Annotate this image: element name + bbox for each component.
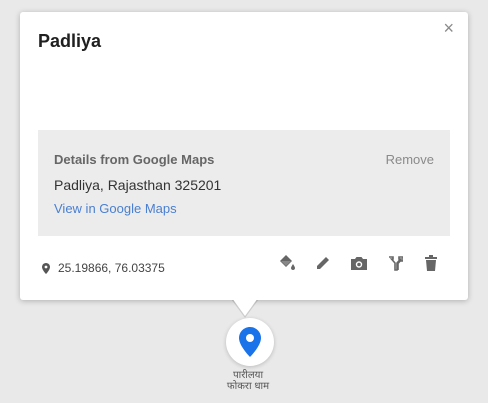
directions-icon[interactable] [384,252,406,274]
details-heading: Details from Google Maps [54,152,215,167]
google-maps-details-panel: Details from Google Maps Remove Padliya,… [38,130,450,236]
coordinates-row: 25.19866, 76.03375 [42,261,165,275]
place-title[interactable]: Padliya [38,31,101,52]
map-place-label[interactable]: पारीलया फोकरा धाम [210,370,286,392]
pencil-icon[interactable] [312,252,334,274]
popup-tail [232,298,258,316]
place-label-line1: पारीलया [232,370,264,381]
location-pin-icon [42,262,50,274]
camera-icon[interactable] [348,252,370,274]
popup-toolbar [276,252,442,274]
address-text: Padliya, Rajasthan 325201 [54,177,222,193]
trash-icon[interactable] [420,252,442,274]
remove-button[interactable]: Remove [386,152,434,167]
place-label-line2: फोकरा धाम [226,381,270,392]
place-marker[interactable] [226,318,274,366]
map-pin-icon [239,327,261,357]
close-button[interactable]: × [443,18,454,38]
view-in-google-maps-link[interactable]: View in Google Maps [54,201,177,216]
coordinates-text: 25.19866, 76.03375 [58,261,165,275]
place-info-card: × Padliya Details from Google Maps Remov… [20,12,468,300]
paint-bucket-icon[interactable] [276,252,298,274]
